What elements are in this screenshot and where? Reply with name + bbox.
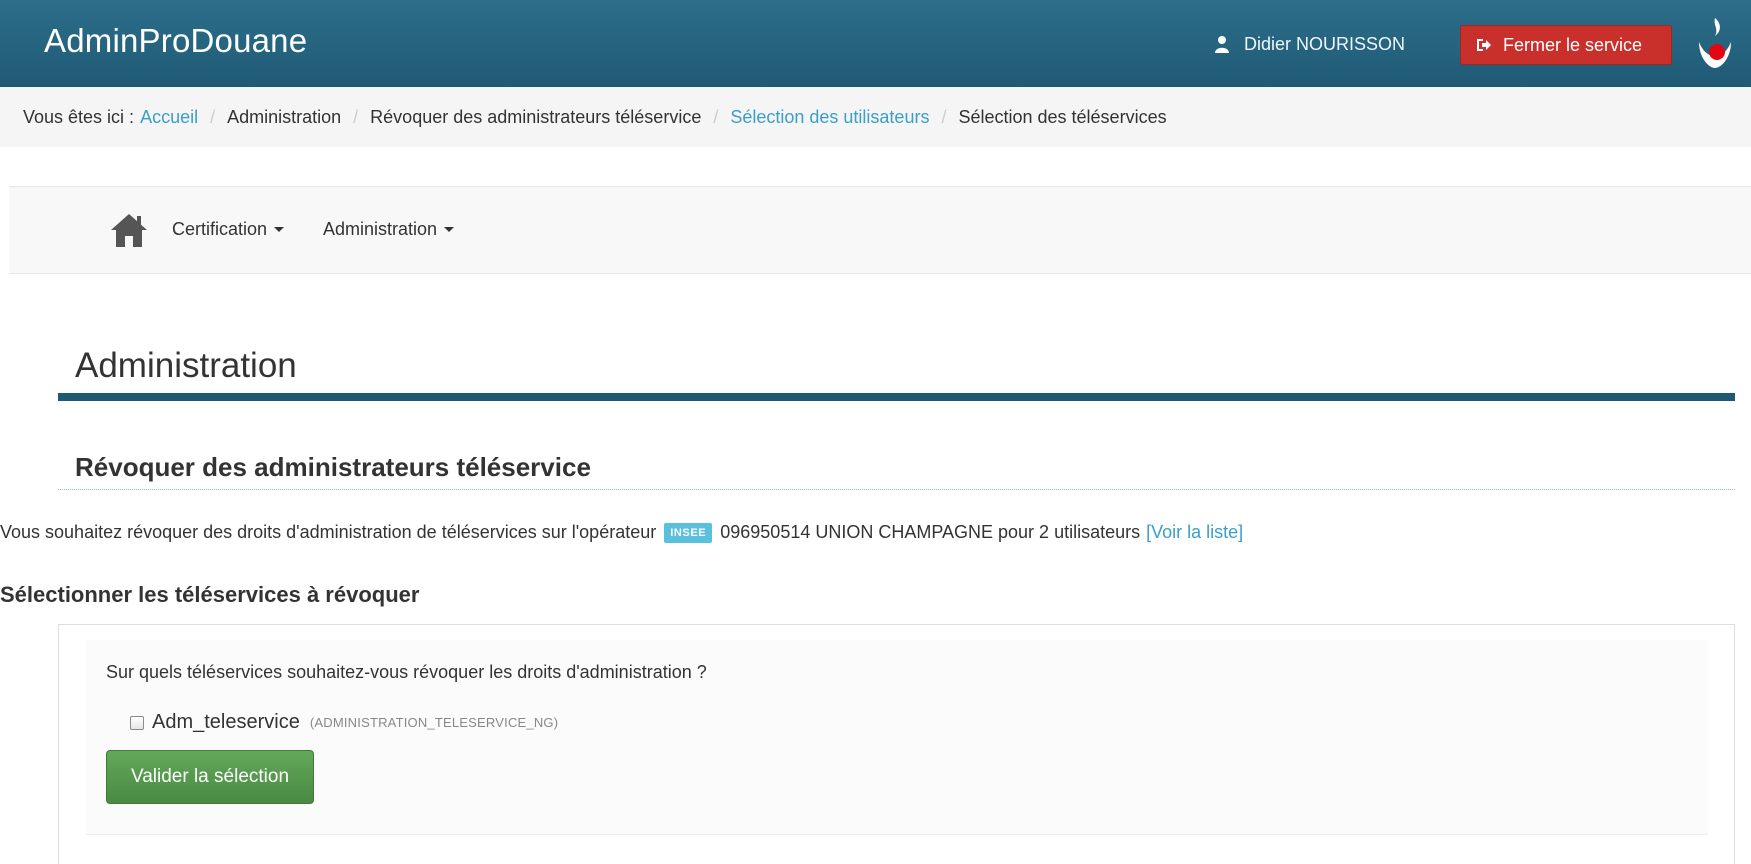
- breadcrumb-revoke: Révoquer des administrateurs téléservice: [370, 106, 702, 127]
- user-menu[interactable]: Didier NOURISSON: [1214, 32, 1405, 56]
- nav-certification-label: Certification: [172, 219, 268, 239]
- close-service-label: Fermer le service: [1503, 34, 1643, 55]
- breadcrumb-separator: /: [941, 106, 947, 127]
- nav-certification[interactable]: Certification: [172, 219, 285, 240]
- breadcrumb-user-selection[interactable]: Sélection des utilisateurs: [730, 107, 929, 128]
- select-teleservices-title: Sélectionner les téléservices à révoquer: [0, 582, 420, 607]
- close-service-button[interactable]: Fermer le service: [1460, 25, 1672, 65]
- teleservice-code: (ADMINISTRATION_TELESERVICE_NG): [309, 715, 559, 730]
- page-title: Administration: [75, 346, 297, 385]
- teleservice-checkbox[interactable]: [130, 715, 144, 730]
- sign-out-icon: [1477, 39, 1491, 51]
- breadcrumb-home[interactable]: Accueil: [140, 107, 198, 128]
- breadcrumb-administration: Administration: [227, 106, 342, 127]
- home-icon[interactable]: [110, 212, 148, 248]
- title-divider: [58, 393, 1735, 401]
- caret-down-icon: [444, 227, 455, 232]
- operator-text: 096950514 UNION CHAMPAGNE pour 2 utilisa…: [720, 522, 1141, 542]
- app-title[interactable]: AdminProDouane: [44, 22, 307, 60]
- teleservice-label[interactable]: Adm_teleservice: [152, 711, 300, 734]
- top-header: AdminProDouane Didier NOURISSON Fermer l…: [0, 0, 1751, 87]
- nav-administration-label: Administration: [323, 219, 438, 239]
- breadcrumb-prefix: Vous êtes ici :: [23, 106, 135, 127]
- teleservice-option[interactable]: Adm_teleservice (ADMINISTRATION_TELESERV…: [130, 711, 558, 734]
- caret-down-icon: [274, 227, 285, 232]
- nav-administration[interactable]: Administration: [323, 219, 455, 240]
- user-name: Didier NOURISSON: [1244, 33, 1406, 54]
- intro-paragraph: Vous souhaitez révoquer des droits d'adm…: [0, 522, 1243, 543]
- main-navbar: Certification Administration: [9, 186, 1751, 274]
- validate-selection-button[interactable]: Valider la sélection: [106, 750, 314, 804]
- douane-logo-icon: [1699, 18, 1731, 68]
- breadcrumb: Vous êtes ici : Accueil / Administration…: [0, 87, 1751, 147]
- breadcrumb-separator: /: [713, 106, 719, 127]
- view-list-link[interactable]: [Voir la liste]: [1146, 522, 1243, 543]
- section-divider: [58, 489, 1735, 490]
- breadcrumb-separator: /: [210, 106, 216, 127]
- breadcrumb-separator: /: [353, 106, 359, 127]
- breadcrumb-current: Sélection des téléservices: [958, 106, 1167, 127]
- section-title: Révoquer des administrateurs téléservice: [75, 452, 591, 482]
- insee-badge: INSEE: [664, 522, 713, 543]
- intro-text: Vous souhaitez révoquer des droits d'adm…: [0, 522, 657, 542]
- question-text: Sur quels téléservices souhaitez-vous ré…: [106, 662, 707, 682]
- user-icon: [1215, 36, 1229, 53]
